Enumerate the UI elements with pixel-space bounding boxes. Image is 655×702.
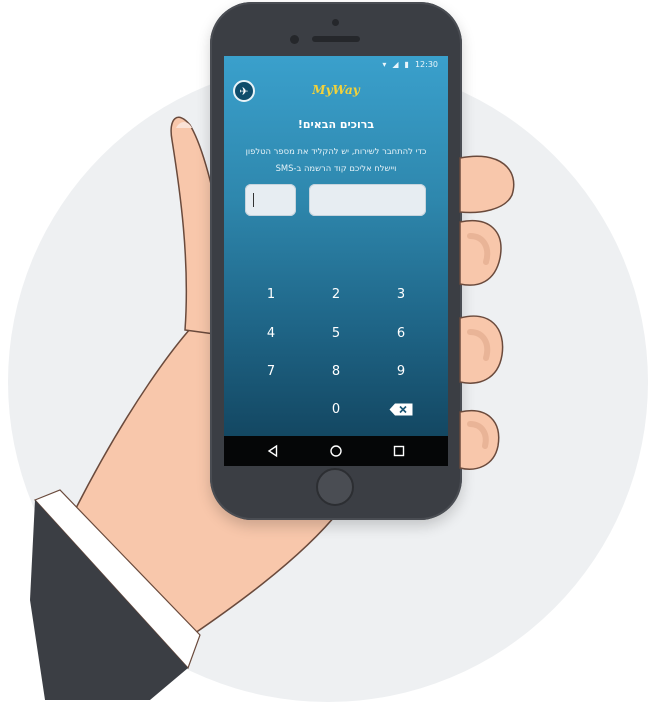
hand-illustration-fingers	[459, 155, 515, 470]
